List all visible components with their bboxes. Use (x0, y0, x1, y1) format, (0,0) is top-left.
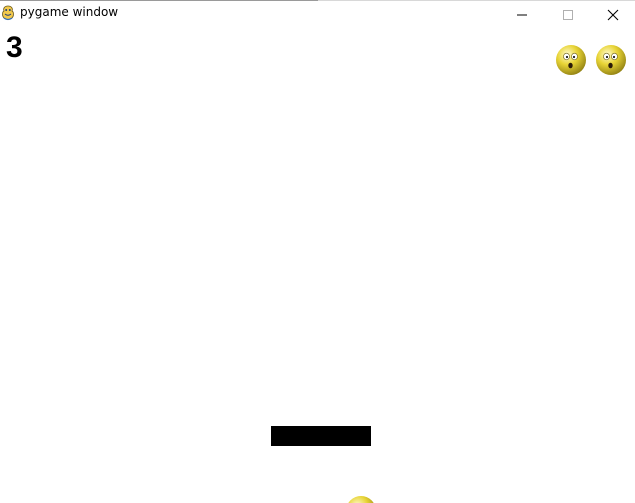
player-paddle[interactable] (271, 426, 371, 446)
minimize-button[interactable] (499, 1, 545, 28)
close-button[interactable] (590, 1, 635, 28)
window-title: pygame window (20, 5, 119, 19)
pygame-snake-icon (2, 5, 14, 21)
maximize-icon (563, 10, 573, 20)
life-face-icon (596, 45, 626, 75)
score-counter: 3 (6, 31, 23, 64)
close-icon (607, 9, 619, 21)
life-face-icon (556, 45, 586, 75)
ball-face-icon (348, 496, 374, 503)
maximize-button[interactable] (545, 1, 591, 28)
game-canvas[interactable]: 3 (0, 27, 635, 503)
title-bar[interactable]: pygame window (0, 0, 635, 27)
minimize-icon (517, 14, 527, 16)
